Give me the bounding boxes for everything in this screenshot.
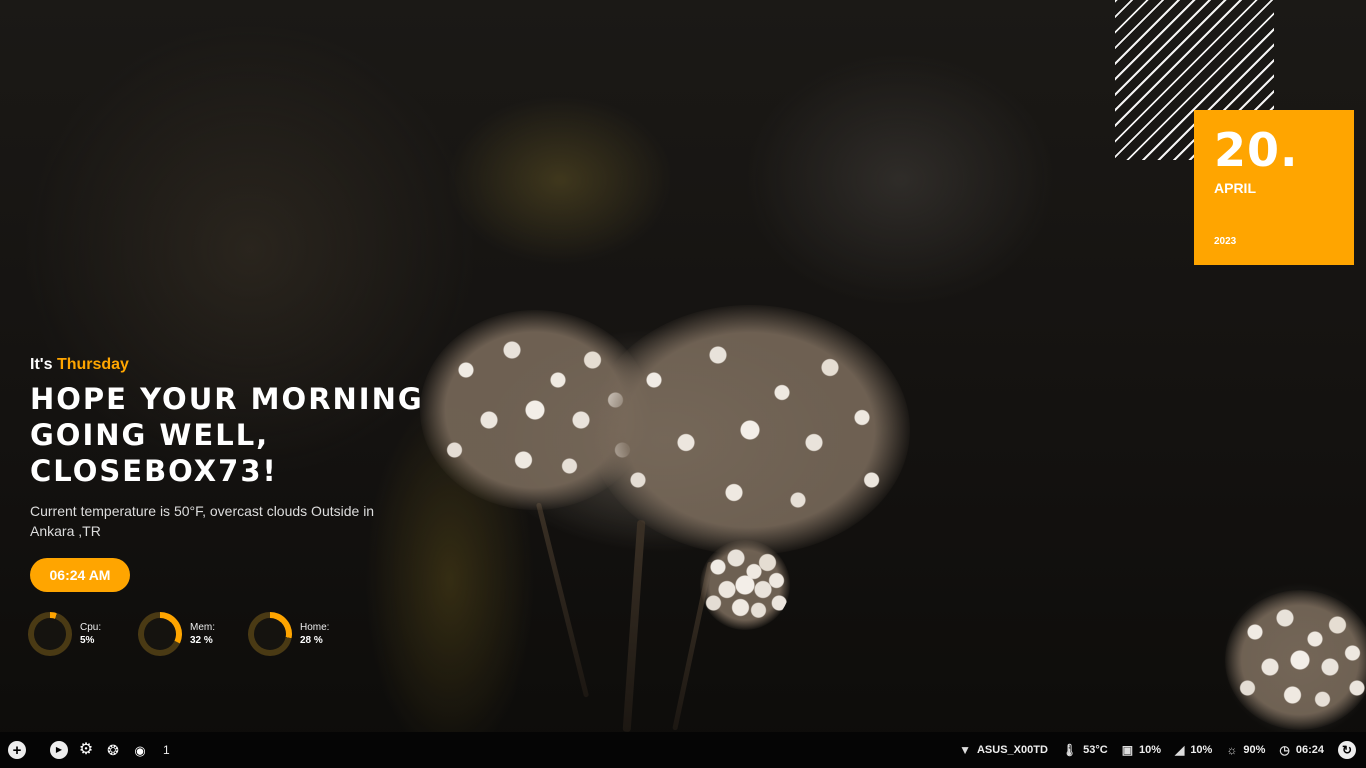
day-prefix: It's xyxy=(30,356,53,373)
play-icon[interactable]: ▶ xyxy=(50,741,68,759)
greeting-headline: Hope your morning going well, Closebox73… xyxy=(30,381,430,489)
mem-stat: Mem: 32 % xyxy=(138,612,215,656)
date-month: APRIL xyxy=(1214,180,1256,196)
weather-text: Current temperature is 50°F, overcast cl… xyxy=(30,503,375,539)
add-icon[interactable]: + xyxy=(8,741,26,759)
headline-line: going well, xyxy=(30,418,270,452)
date-year: 2023 xyxy=(1214,236,1237,247)
headline-line: Closebox73! xyxy=(30,454,278,488)
taskbar: + ▶ ⚙ ❂ ◉ 1 ▼ ASUS_X00TD 🌡 53°C ▣ 10% ◢ … xyxy=(0,732,1366,768)
flower-cluster xyxy=(700,540,790,630)
greeting-block: It's Thursday Hope your morning going we… xyxy=(30,355,430,541)
brightness-label: 90% xyxy=(1243,744,1266,756)
cpu-stat: Cpu: 5% xyxy=(28,612,101,656)
thermometer-icon: 🌡 xyxy=(1061,743,1078,757)
cpu-label: 10% xyxy=(1139,744,1162,756)
clock-pill: 06:24 AM xyxy=(30,558,130,592)
volume-icon: ◢ xyxy=(1175,743,1185,757)
temperature-status: 🌡 53°C xyxy=(1062,743,1108,757)
home-ring xyxy=(248,612,292,656)
mem-value: 32 % xyxy=(190,635,213,646)
cpu-value: 5% xyxy=(80,635,95,646)
brightness-status[interactable]: ☼ 90% xyxy=(1226,743,1265,757)
home-value: 28 % xyxy=(300,635,323,646)
flower-cluster xyxy=(1225,590,1366,730)
mem-label: Mem: xyxy=(190,622,215,633)
volume-label: 10% xyxy=(1190,744,1213,756)
workspace-number[interactable]: 1 xyxy=(163,743,170,757)
palette-icon[interactable]: ◉ xyxy=(131,741,149,759)
home-stat: Home: 28 % xyxy=(248,612,329,656)
chip-icon: ▣ xyxy=(1121,743,1134,757)
cpu-status: ▣ 10% xyxy=(1122,743,1161,757)
cpu-ring xyxy=(28,612,72,656)
aperture-icon[interactable]: ❂ xyxy=(104,741,122,759)
date-card: 20. APRIL 2023 xyxy=(1194,110,1354,265)
brightness-icon: ☼ xyxy=(1226,743,1238,757)
clock-icon: ◷ xyxy=(1279,743,1290,757)
headline-line: Hope your morning xyxy=(30,382,424,416)
flower-cluster xyxy=(590,305,910,555)
cpu-label: Cpu: xyxy=(80,622,102,633)
day-name: Thursday xyxy=(56,356,129,373)
date-day: 20. xyxy=(1214,123,1299,177)
flower-stem xyxy=(535,502,590,698)
gear-icon[interactable]: ⚙ xyxy=(77,741,95,759)
power-button[interactable]: ↻ xyxy=(1338,741,1356,759)
wifi-label: ASUS_X00TD xyxy=(976,744,1048,756)
clock-status[interactable]: ◷ 06:24 xyxy=(1279,743,1324,757)
wifi-status[interactable]: ▼ ASUS_X00TD xyxy=(959,743,1048,757)
clock-label: 06:24 xyxy=(1295,744,1324,756)
home-label: Home: xyxy=(300,622,330,633)
temperature-label: 53°C xyxy=(1083,744,1108,756)
wifi-icon: ▼ xyxy=(959,743,971,757)
mem-ring xyxy=(138,612,182,656)
volume-status[interactable]: ◢ 10% xyxy=(1175,743,1212,757)
power-icon: ↻ xyxy=(1338,741,1356,759)
flower-stem xyxy=(622,519,646,733)
day-line: It's Thursday xyxy=(30,355,430,375)
